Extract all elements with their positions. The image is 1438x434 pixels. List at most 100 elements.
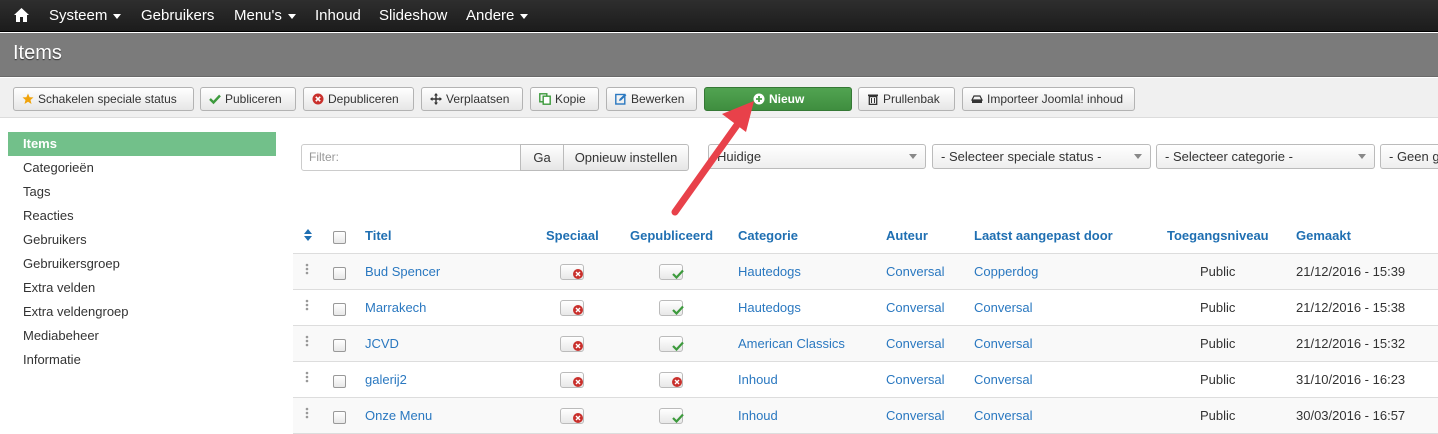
nav-slideshow[interactable]: Slideshow [379,0,447,32]
page-title: Items [13,42,62,64]
nav-gebruikers[interactable]: Gebruikers [141,0,214,32]
category-select[interactable]: - Selecteer categorie - [1156,144,1375,169]
caret-down-icon [520,13,529,19]
toggle-featured-button[interactable]: Schakelen speciale status [13,87,194,111]
sidebar-item-comments[interactable]: Reacties [8,204,276,228]
row-checkbox[interactable] [333,267,346,280]
item-title-link[interactable]: Onze Menu [365,408,432,423]
nav-andere[interactable]: Andere [466,0,529,32]
state-select[interactable]: Huidige [708,144,926,169]
category-link[interactable]: Inhoud [738,408,778,423]
published-toggle[interactable] [659,264,684,280]
created-date: 21/12/2016 - 15:38 [1296,300,1406,315]
header-published[interactable]: Gepubliceerd [630,228,713,243]
author-link[interactable]: Conversal [886,408,945,423]
sort-icon[interactable] [304,229,312,241]
drag-handle-icon[interactable] [305,263,309,275]
created-date: 31/10/2016 - 16:23 [1296,372,1406,387]
header-author[interactable]: Auteur [886,228,928,243]
drag-handle-icon[interactable] [305,335,309,347]
author-link[interactable]: Conversal [886,264,945,279]
item-title-link[interactable]: galerij2 [365,372,407,387]
drag-handle-icon[interactable] [305,407,309,419]
sidebar-item-tags[interactable]: Tags [8,180,276,204]
drag-handle-icon[interactable] [305,371,309,383]
sidebar-item-user-groups[interactable]: Gebruikersgroep [8,252,276,276]
chevron-down-icon [1358,154,1366,159]
header-category[interactable]: Categorie [738,228,798,243]
row-checkbox[interactable] [333,375,346,388]
move-icon [430,93,442,105]
reset-button[interactable]: Opnieuw instellen [563,144,689,171]
modified-by-link[interactable]: Conversal [974,300,1033,315]
import-joomla-button[interactable]: Importeer Joomla! inhoud [962,87,1135,111]
sidebar-item-categories[interactable]: Categorieën [8,156,276,180]
category-link[interactable]: Hautedogs [738,264,801,279]
nav-menus[interactable]: Menu's [234,0,296,32]
trash-button[interactable]: Prullenbak [858,87,955,111]
item-title-link[interactable]: JCVD [365,336,399,351]
published-toggle[interactable] [659,372,683,388]
published-toggle[interactable] [659,336,684,352]
published-toggle[interactable] [659,408,684,424]
sidebar-item-information[interactable]: Informatie [8,348,276,372]
featured-toggle[interactable] [560,264,584,280]
featured-select[interactable]: - Selecteer speciale status - [932,144,1151,169]
check-icon [209,94,221,105]
header-title[interactable]: Titel [365,228,392,243]
header-featured[interactable]: Speciaal [546,228,599,243]
modified-by-link[interactable]: Conversal [974,372,1033,387]
sidebar-item-items[interactable]: Items [8,132,276,156]
sidebar-item-extra-field-groups[interactable]: Extra veldengroep [8,300,276,324]
drag-handle-icon[interactable] [305,299,309,311]
table-header: Titel Speciaal Gepubliceerd Categorie Au… [293,218,1438,254]
toolbar: Schakelen speciale status Publiceren Dep… [0,78,1438,118]
featured-toggle[interactable] [560,408,584,424]
row-checkbox[interactable] [333,411,346,424]
author-select[interactable]: - Geen g [1380,144,1438,169]
category-link[interactable]: Hautedogs [738,300,801,315]
trash-icon [868,94,878,105]
unpublish-button[interactable]: Depubliceren [303,87,414,111]
nav-inhoud[interactable]: Inhoud [315,0,361,32]
featured-toggle[interactable] [560,300,584,316]
nav-systeem[interactable]: Systeem [49,0,122,32]
plus-circle-icon [753,93,765,105]
header-modified-by[interactable]: Laatst aangepast door [974,228,1113,243]
sidebar-item-extra-fields[interactable]: Extra velden [8,276,276,300]
access-level: Public [1200,336,1236,351]
row-checkbox[interactable] [333,339,346,352]
sidebar-item-media-manager[interactable]: Mediabeheer [8,324,276,348]
go-button[interactable]: Ga [520,144,564,171]
search-input[interactable]: Filter: [301,144,521,171]
category-link[interactable]: American Classics [738,336,845,351]
category-link[interactable]: Inhoud [738,372,778,387]
modified-by-link[interactable]: Conversal [974,336,1033,351]
sidebar-item-users[interactable]: Gebruikers [8,228,276,252]
header-access[interactable]: Toegangsniveau [1167,228,1269,243]
edit-button[interactable]: Bewerken [606,87,697,111]
access-level: Public [1200,300,1236,315]
author-link[interactable]: Conversal [886,300,945,315]
select-all-checkbox[interactable] [333,231,346,244]
publish-button[interactable]: Publiceren [200,87,296,111]
featured-toggle[interactable] [560,336,584,352]
move-button[interactable]: Verplaatsen [421,87,523,111]
sidebar: Items Categorieën Tags Reacties Gebruike… [8,132,276,372]
home-icon[interactable] [13,7,30,24]
new-button[interactable]: Nieuw [704,87,852,111]
published-toggle[interactable] [659,300,684,316]
star-icon [22,93,34,104]
copy-button[interactable]: Kopie [530,87,599,111]
modified-by-link[interactable]: Copperdog [974,264,1038,279]
row-checkbox[interactable] [333,303,346,316]
author-link[interactable]: Conversal [886,372,945,387]
item-title-link[interactable]: Marrakech [365,300,426,315]
import-icon [971,95,983,103]
author-link[interactable]: Conversal [886,336,945,351]
item-title-link[interactable]: Bud Spencer [365,264,440,279]
created-date: 21/12/2016 - 15:32 [1296,336,1406,351]
modified-by-link[interactable]: Conversal [974,408,1033,423]
header-created[interactable]: Gemaakt [1296,228,1351,243]
featured-toggle[interactable] [560,372,584,388]
